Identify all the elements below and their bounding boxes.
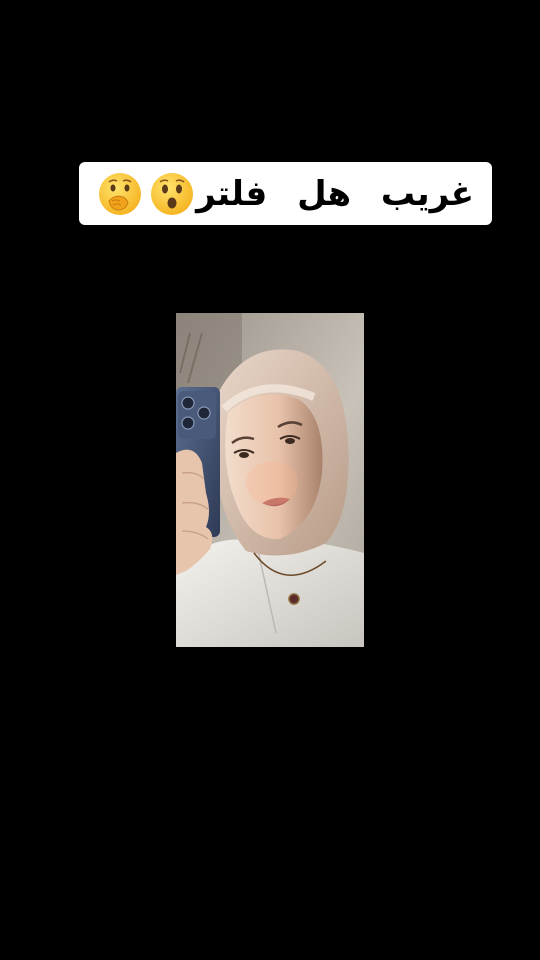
emoji-group (97, 171, 195, 217)
selfie-photo (176, 313, 364, 647)
video-frame[interactable] (176, 313, 364, 647)
caption-box: غريب هل فلتر (79, 162, 492, 225)
caption-text: غريب هل فلتر (196, 173, 474, 214)
astonished-face-icon (151, 172, 193, 215)
face-with-hand-over-mouth-icon (99, 172, 141, 215)
